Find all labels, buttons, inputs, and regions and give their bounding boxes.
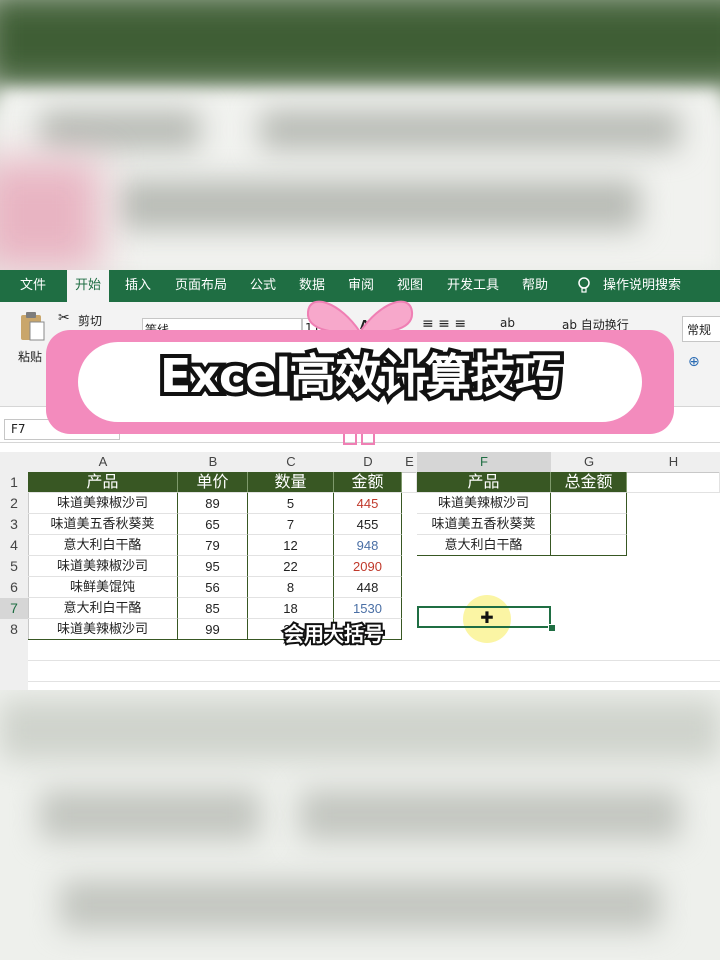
- menu-page-layout[interactable]: 页面布局: [175, 270, 227, 302]
- table-cell[interactable]: 5: [248, 493, 334, 514]
- table-cell[interactable]: 18: [248, 598, 334, 619]
- table-cell[interactable]: 95: [178, 556, 248, 577]
- lightbulb-icon: [578, 277, 590, 293]
- column-header[interactable]: H: [627, 452, 720, 473]
- table-cell[interactable]: 味道美五香秋葵荚: [28, 514, 178, 535]
- table-cell[interactable]: 455: [334, 514, 402, 535]
- column-header[interactable]: G: [551, 452, 628, 473]
- table-cell[interactable]: 1530: [334, 598, 402, 619]
- table2-header-total[interactable]: 总金额: [551, 472, 627, 493]
- row-header[interactable]: 3: [0, 514, 29, 536]
- corner-select-all[interactable]: [0, 452, 29, 473]
- table-cell[interactable]: 89: [178, 493, 248, 514]
- table-cell[interactable]: 味道美辣椒沙司: [417, 493, 551, 514]
- table-cell[interactable]: 8: [248, 577, 334, 598]
- table-cell[interactable]: 味道美辣椒沙司: [28, 619, 178, 640]
- column-header[interactable]: A: [28, 452, 179, 473]
- table-cell[interactable]: 448: [334, 577, 402, 598]
- tell-me-search[interactable]: 操作说明搜索: [603, 270, 681, 302]
- spreadsheet-grid: A B C D E F G H 1 2 3 4 5 6 7 8 产品 单价 数量…: [0, 452, 720, 690]
- table-cell[interactable]: 948: [334, 535, 402, 556]
- table-cell[interactable]: 79: [178, 535, 248, 556]
- column-header[interactable]: E: [402, 452, 418, 473]
- menu-formulas[interactable]: 公式: [250, 270, 276, 302]
- row-header[interactable]: 4: [0, 535, 29, 557]
- cell-cursor-icon: ✚: [480, 608, 494, 627]
- number-format-select[interactable]: 常规: [682, 316, 720, 342]
- cell-h1[interactable]: [627, 472, 720, 493]
- row-header[interactable]: 6: [0, 577, 29, 599]
- table-cell[interactable]: 意大利白干酪: [28, 598, 178, 619]
- cut-button[interactable]: 剪切: [78, 312, 102, 329]
- blurred-background-top: [0, 0, 720, 270]
- table-cell[interactable]: 味道美辣椒沙司: [28, 556, 178, 577]
- paste-label: 粘贴: [18, 350, 43, 364]
- table-cell[interactable]: 味道美辣椒沙司: [28, 493, 178, 514]
- table-cell[interactable]: 意大利白干酪: [417, 535, 551, 556]
- table-cell[interactable]: 99: [178, 619, 248, 640]
- menu-developer[interactable]: 开发工具: [447, 270, 499, 302]
- paste-icon[interactable]: [18, 310, 46, 342]
- orientation-icon[interactable]: ab: [500, 316, 515, 330]
- table-cell[interactable]: 12: [248, 535, 334, 556]
- row-header[interactable]: 2: [0, 493, 29, 515]
- column-header[interactable]: F: [417, 452, 552, 474]
- table-cell[interactable]: 56: [178, 577, 248, 598]
- table1-header-price[interactable]: 单价: [178, 472, 248, 493]
- table2-header-product[interactable]: 产品: [417, 472, 551, 493]
- table-cell[interactable]: 2090: [334, 556, 402, 577]
- table-cell[interactable]: 85: [178, 598, 248, 619]
- menu-home[interactable]: 开始: [67, 270, 110, 302]
- table1-header-product[interactable]: 产品: [28, 472, 178, 493]
- banner-title: Excel高效计算技巧: [156, 345, 565, 407]
- cell-e1[interactable]: [402, 472, 417, 493]
- row-header[interactable]: 8: [0, 619, 29, 641]
- table-cell[interactable]: [551, 535, 627, 556]
- menu-file[interactable]: 文件: [20, 270, 46, 302]
- table-cell[interactable]: 味道美五香秋葵荚: [417, 514, 551, 535]
- table-cell[interactable]: 22: [248, 556, 334, 577]
- blurred-background-bottom: [0, 690, 720, 960]
- row-header[interactable]: 5: [0, 556, 29, 578]
- column-header[interactable]: C: [248, 452, 335, 473]
- scissors-icon[interactable]: ✂: [58, 310, 70, 326]
- table-cell[interactable]: [551, 493, 627, 514]
- empty-grid-area[interactable]: [28, 640, 720, 690]
- table1-header-qty[interactable]: 数量: [248, 472, 334, 493]
- row-header: [0, 640, 29, 690]
- table-cell[interactable]: 意大利白干酪: [28, 535, 178, 556]
- table-cell[interactable]: 445: [334, 493, 402, 514]
- table-cell[interactable]: [551, 514, 627, 535]
- fill-handle[interactable]: [548, 624, 556, 632]
- table1-header-amount[interactable]: 金额: [334, 472, 402, 493]
- menu-help[interactable]: 帮助: [522, 270, 548, 302]
- table-cell[interactable]: 65: [178, 514, 248, 535]
- column-header[interactable]: B: [178, 452, 249, 473]
- table-cell[interactable]: 味鲜美馄饨: [28, 577, 178, 598]
- table-cell[interactable]: 7: [248, 514, 334, 535]
- conditional-format-icon[interactable]: ⊕: [688, 354, 700, 370]
- menu-insert[interactable]: 插入: [125, 270, 151, 302]
- column-header[interactable]: D: [334, 452, 403, 473]
- row-header[interactable]: 1: [0, 472, 29, 494]
- row-header[interactable]: 7: [0, 598, 29, 620]
- video-subtitle: 会用大括号: [282, 620, 386, 648]
